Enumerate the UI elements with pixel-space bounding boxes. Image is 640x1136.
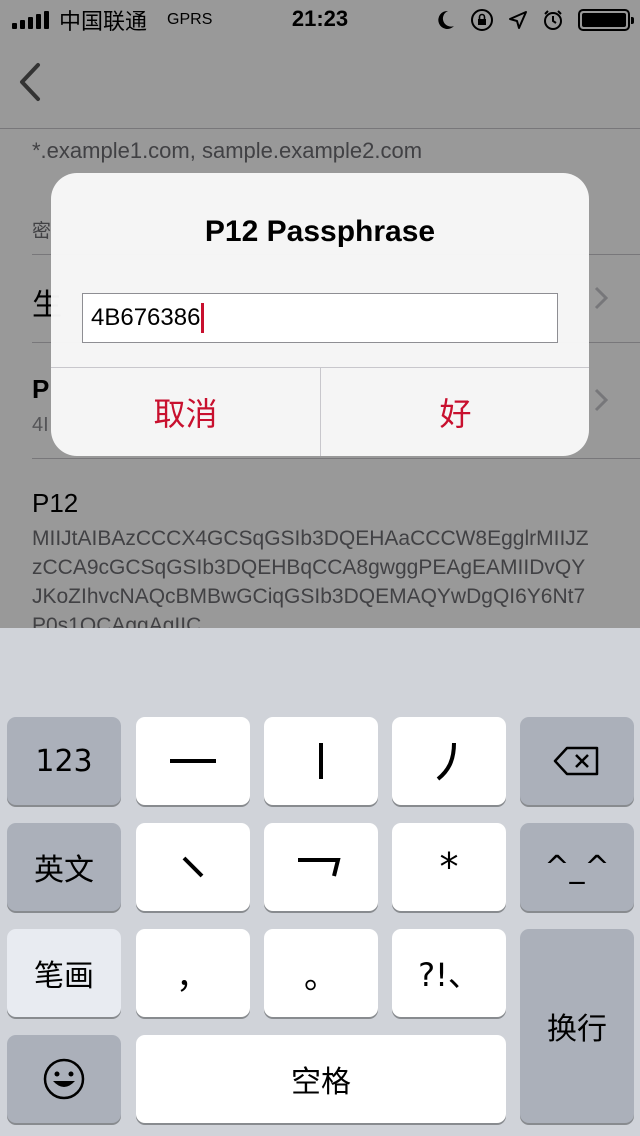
stroke-zhe-key[interactable] — [264, 823, 378, 911]
stroke-heng-key[interactable] — [136, 717, 250, 805]
emoji-key[interactable] — [7, 1035, 121, 1123]
emoticon-key[interactable]: ^_^ — [520, 823, 634, 911]
punctuation-key[interactable]: ?!、 — [392, 929, 506, 1017]
settings-page: 中国联通 GPRS 21:23 *.example1.com, sample.e… — [0, 0, 640, 628]
stroke-dian-glyph — [182, 856, 204, 878]
stroke-heng-glyph — [170, 759, 216, 763]
emoji-icon — [43, 1058, 85, 1100]
passphrase-input-value: 4B676386 — [91, 304, 201, 331]
stroke-shu-key[interactable] — [264, 717, 378, 805]
stroke-dian-key[interactable] — [136, 823, 250, 911]
space-key[interactable]: 空格 — [136, 1035, 506, 1123]
text-caret — [201, 303, 205, 333]
stroke-keyboard: 123 英文 * ^_^ 笔画 ， 。 ?!、 换行 空格 — [0, 628, 640, 1136]
wildcard-key[interactable]: * — [392, 823, 506, 911]
stroke-pie-key[interactable] — [392, 717, 506, 805]
stroke-pie-glyph — [436, 742, 456, 781]
english-key[interactable]: 英文 — [7, 823, 121, 911]
cancel-button[interactable]: 取消 — [51, 368, 320, 456]
passphrase-alert: P12 Passphrase 4B676386 取消 好 — [51, 173, 589, 456]
delete-icon — [553, 746, 599, 776]
alert-title: P12 Passphrase — [204, 215, 436, 248]
comma-key[interactable]: ， — [136, 929, 250, 1017]
delete-key[interactable] — [520, 717, 634, 805]
return-key[interactable]: 换行 — [520, 929, 634, 1123]
stroke-mode-key[interactable]: 笔画 — [7, 929, 121, 1017]
period-key[interactable]: 。 — [264, 929, 378, 1017]
stroke-shu-glyph — [319, 743, 323, 779]
stroke-zhe-glyph — [298, 858, 341, 877]
numbers-key[interactable]: 123 — [7, 717, 121, 805]
ok-button[interactable]: 好 — [321, 368, 589, 456]
passphrase-input[interactable]: 4B676386 — [82, 293, 558, 343]
